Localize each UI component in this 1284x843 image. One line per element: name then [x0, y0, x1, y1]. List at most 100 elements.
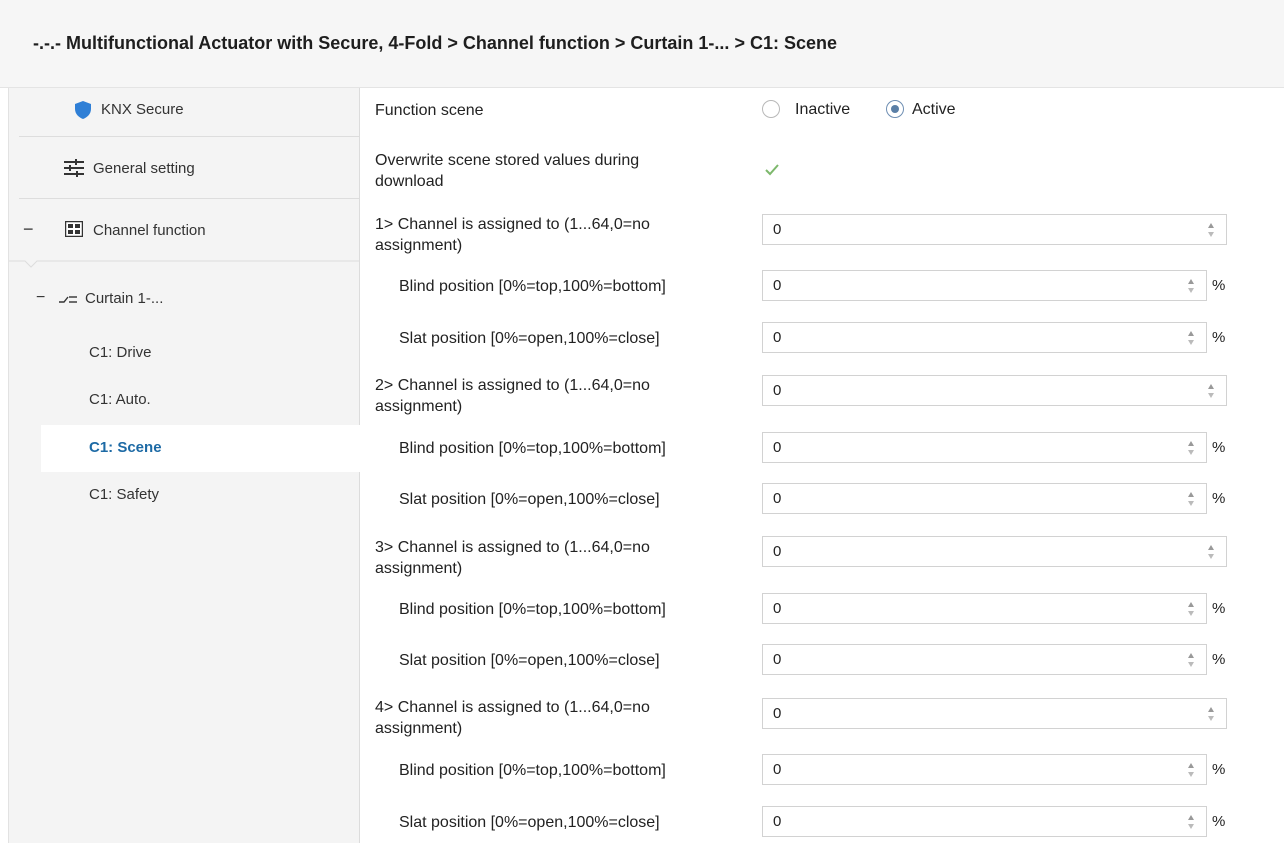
- sidebar-item-c1-safety[interactable]: C1: Safety: [9, 474, 359, 518]
- overwrite-checkbox[interactable]: [762, 160, 782, 180]
- percent-unit: %: [1212, 439, 1226, 456]
- channel-2-assign-input[interactable]: 0: [762, 375, 1227, 406]
- breadcrumb-device: -.-.- Multifunctional Actuator with Secu…: [33, 33, 443, 53]
- input-value: 0: [773, 600, 782, 617]
- sidebar-item-label: KNX Secure: [101, 101, 184, 118]
- spinner-icon[interactable]: [1186, 760, 1196, 780]
- sidebar-item-label: General setting: [93, 160, 195, 177]
- sidebar-item-c1-auto[interactable]: C1: Auto.: [9, 379, 359, 423]
- sidebar-item-c1-drive[interactable]: C1: Drive: [9, 332, 359, 376]
- sidebar-item-label: C1: Scene: [89, 439, 162, 456]
- channel-4-slat-label: Slat position [0%=open,100%=close]: [399, 814, 660, 831]
- sidebar-item-knx-secure[interactable]: KNX Secure: [9, 88, 359, 136]
- sidebar-item-channel-function[interactable]: − Channel function: [9, 199, 359, 261]
- channel-2-blind-input[interactable]: 0: [762, 432, 1207, 463]
- channel-3-blind-label: Blind position [0%=top,100%=bottom]: [399, 601, 666, 618]
- channel-1-slat-input[interactable]: 0: [762, 322, 1207, 353]
- channel-4-assign-input[interactable]: 0: [762, 698, 1227, 729]
- percent-unit: %: [1212, 600, 1226, 617]
- channel-1-blind-label: Blind position [0%=top,100%=bottom]: [399, 278, 666, 295]
- spinner-icon[interactable]: [1186, 438, 1196, 458]
- percent-unit: %: [1212, 813, 1226, 830]
- channel-4-blind-input[interactable]: 0: [762, 754, 1207, 785]
- channel-4-blind-label: Blind position [0%=top,100%=bottom]: [399, 762, 666, 779]
- input-value: 0: [773, 651, 782, 668]
- sidebar-item-label: Channel function: [93, 222, 206, 239]
- percent-unit: %: [1212, 329, 1226, 346]
- collapse-icon[interactable]: −: [36, 289, 45, 307]
- spinner-icon[interactable]: [1206, 542, 1216, 562]
- sidebar-item-curtain[interactable]: − Curtain 1-...: [9, 278, 359, 322]
- check-icon: [765, 164, 779, 176]
- channel-4-slat-input[interactable]: 0: [762, 806, 1207, 837]
- radio-inactive-label[interactable]: Inactive: [795, 99, 850, 120]
- input-value: 0: [773, 221, 782, 238]
- grid-icon: [64, 220, 84, 241]
- overwrite-label-line1: Overwrite scene stored values during: [375, 152, 640, 169]
- channel-1-blind-input[interactable]: 0: [762, 270, 1207, 301]
- radio-selected-dot: [891, 105, 899, 113]
- curtain-icon: [59, 292, 77, 309]
- assign-label-line2: assignment): [375, 237, 463, 254]
- assign-label-line1: 4> Channel is assigned to (1...64,0=no: [375, 699, 650, 716]
- percent-unit: %: [1212, 490, 1226, 507]
- assign-label-line1: 3> Channel is assigned to (1...64,0=no: [375, 539, 650, 556]
- assign-label-line1: 2> Channel is assigned to (1...64,0=no: [375, 377, 650, 394]
- channel-4-assign-label: 4> Channel is assigned to (1...64,0=no a…: [375, 697, 650, 739]
- breadcrumb-separator: >: [614, 33, 626, 53]
- channel-2-blind-label: Blind position [0%=top,100%=bottom]: [399, 440, 666, 457]
- breadcrumb: -.-.- Multifunctional Actuator with Secu…: [33, 33, 837, 54]
- spinner-icon[interactable]: [1186, 599, 1196, 619]
- percent-unit: %: [1212, 651, 1226, 668]
- spinner-icon[interactable]: [1186, 812, 1196, 832]
- sidebar-item-general-setting[interactable]: General setting: [9, 137, 359, 198]
- assign-label-line1: 1> Channel is assigned to (1...64,0=no: [375, 216, 650, 233]
- channel-2-slat-label: Slat position [0%=open,100%=close]: [399, 491, 660, 508]
- assign-label-line2: assignment): [375, 398, 463, 415]
- collapse-icon[interactable]: −: [23, 219, 34, 240]
- input-value: 0: [773, 761, 782, 778]
- input-value: 0: [773, 439, 782, 456]
- breadcrumb-channel-function[interactable]: Channel function: [463, 33, 610, 53]
- breadcrumb-separator: >: [734, 33, 745, 53]
- divider-notch: [9, 255, 359, 269]
- radio-active[interactable]: [886, 100, 904, 118]
- input-value: 0: [773, 382, 782, 399]
- breadcrumb-current: C1: Scene: [749, 33, 838, 53]
- spinner-icon[interactable]: [1186, 650, 1196, 670]
- percent-unit: %: [1212, 277, 1226, 294]
- spinner-icon[interactable]: [1186, 328, 1196, 348]
- input-value: 0: [773, 490, 782, 507]
- sidebar-item-label: C1: Auto.: [89, 391, 151, 408]
- header-bar: -.-.- Multifunctional Actuator with Secu…: [0, 0, 1284, 88]
- channel-3-blind-input[interactable]: 0: [762, 593, 1207, 624]
- channel-2-slat-input[interactable]: 0: [762, 483, 1207, 514]
- spinner-icon[interactable]: [1186, 276, 1196, 296]
- channel-3-assign-label: 3> Channel is assigned to (1...64,0=no a…: [375, 537, 650, 579]
- function-scene-label: Function scene: [375, 102, 484, 119]
- overwrite-label-line2: download: [375, 173, 444, 190]
- radio-inactive[interactable]: [762, 100, 780, 118]
- radio-active-label[interactable]: Active: [912, 99, 956, 120]
- breadcrumb-curtain[interactable]: Curtain 1-...: [630, 33, 729, 53]
- channel-3-slat-input[interactable]: 0: [762, 644, 1207, 675]
- channel-3-slat-label: Slat position [0%=open,100%=close]: [399, 652, 660, 669]
- sidebar-item-label: C1: Safety: [89, 486, 160, 503]
- input-value: 0: [773, 705, 782, 722]
- sidebar-item-label: Curtain 1-...: [85, 290, 164, 307]
- spinner-icon[interactable]: [1206, 381, 1216, 401]
- assign-label-line2: assignment): [375, 560, 463, 577]
- channel-3-assign-input[interactable]: 0: [762, 536, 1227, 567]
- sidebar: KNX Secure General setting − Channel fun…: [8, 88, 363, 843]
- input-value: 0: [773, 329, 782, 346]
- overwrite-label: Overwrite scene stored values during dow…: [375, 150, 639, 192]
- input-value: 0: [773, 277, 782, 294]
- sidebar-item-c1-scene[interactable]: C1: Scene: [9, 427, 359, 471]
- spinner-icon[interactable]: [1186, 489, 1196, 509]
- channel-2-assign-label: 2> Channel is assigned to (1...64,0=no a…: [375, 375, 650, 417]
- sliders-icon: [64, 159, 84, 181]
- spinner-icon[interactable]: [1206, 704, 1216, 724]
- channel-1-assign-input[interactable]: 0: [762, 214, 1227, 245]
- input-value: 0: [773, 543, 782, 560]
- spinner-icon[interactable]: [1206, 220, 1216, 240]
